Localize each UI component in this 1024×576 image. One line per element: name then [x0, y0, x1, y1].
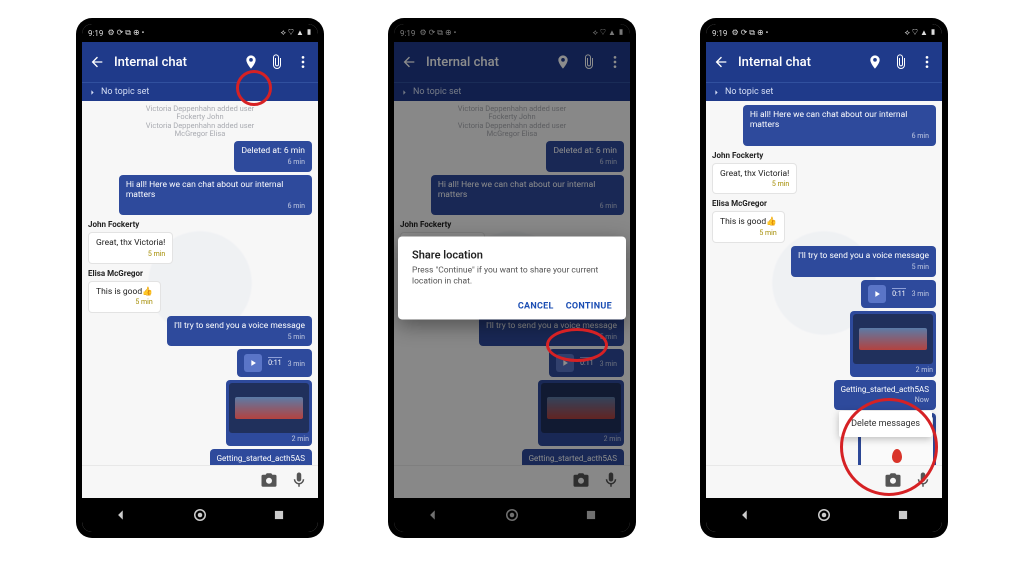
nav-recent-icon[interactable]	[264, 505, 294, 525]
chat-area: Hi all! Here we can chat about our inter…	[706, 101, 942, 465]
image-thumb	[229, 383, 309, 433]
nav-home-icon[interactable]	[809, 505, 839, 525]
mic-icon[interactable]	[290, 471, 308, 493]
continue-button[interactable]: CONTINUE	[566, 302, 612, 312]
attach-icon[interactable]	[268, 53, 286, 71]
location-icon[interactable]	[242, 53, 260, 71]
overflow-icon[interactable]	[294, 53, 312, 71]
phone-1: 9:19⚙ ⟳ ⧉ ⊕ • ⟡ ♡ ▲ ▮ Internal chat No t…	[76, 18, 324, 538]
nav-recent-icon[interactable]	[888, 505, 918, 525]
back-icon[interactable]	[88, 53, 106, 71]
msg-elisa[interactable]: This is good👍5 min	[88, 281, 161, 313]
system-log: Victoria Deppenhahn added userFockerty J…	[88, 105, 312, 138]
image-thumb	[853, 314, 933, 364]
camera-icon[interactable]	[260, 471, 278, 493]
msg-file[interactable]: Getting_started_acth5ASNow	[834, 380, 936, 410]
topic-bar[interactable]: No topic set	[706, 82, 942, 101]
msg-hello[interactable]: Hi all! Here we can chat about our inter…	[119, 175, 312, 216]
msg-file[interactable]: Getting_started_acth5ASNow	[210, 449, 312, 465]
phone-2: 9:19⚙ ⟳ ⧉ ⊕ • ⟡ ♡ ▲ ▮ Internal chat No t…	[388, 18, 636, 538]
app-bar: Internal chat	[82, 42, 318, 82]
android-nav	[706, 498, 942, 532]
topic-bar[interactable]: No topic set	[82, 82, 318, 101]
chat-title: Internal chat	[114, 55, 234, 70]
msg-voice[interactable]: 0:11 3 min	[861, 280, 936, 308]
msg-hello[interactable]: Hi all! Here we can chat about our inter…	[743, 105, 936, 146]
sender-john: John Fockerty	[88, 220, 312, 229]
mic-icon[interactable]	[914, 471, 932, 493]
sender-elisa: Elisa McGregor	[88, 269, 312, 278]
share-location-dialog: Share location Press "Continue" if you w…	[398, 236, 626, 319]
msg-john[interactable]: Great, thx Victoria!5 min	[712, 163, 797, 195]
status-bar: 9:19⚙ ⟳ ⧉ ⊕ • ⟡ ♡ ▲ ▮	[82, 24, 318, 42]
play-icon[interactable]	[868, 285, 886, 303]
msg-deleted[interactable]: Deleted at: 6 min6 min	[234, 141, 312, 172]
play-icon[interactable]	[244, 354, 262, 372]
msg-elisa[interactable]: This is good👍5 min	[712, 211, 785, 243]
msg-voice[interactable]: 0:11 3 min	[237, 349, 312, 377]
nav-back-icon[interactable]	[730, 505, 760, 525]
nav-home-icon[interactable]	[185, 505, 215, 525]
android-nav	[82, 498, 318, 532]
sender-elisa: Elisa McGregor	[712, 199, 936, 208]
app-bar: Internal chat	[706, 42, 942, 82]
input-row	[706, 465, 942, 498]
chat-area: Victoria Deppenhahn added userFockerty J…	[82, 101, 318, 465]
msg-image[interactable]: 2 min	[850, 311, 936, 377]
chat-title: Internal chat	[738, 55, 858, 70]
msg-voice-intro[interactable]: I'll try to send you a voice message5 mi…	[167, 316, 312, 347]
context-menu: Delete messages	[839, 411, 932, 437]
msg-image[interactable]: 2 min	[226, 380, 312, 446]
dialog-title: Share location	[412, 248, 612, 261]
back-icon[interactable]	[712, 53, 730, 71]
location-icon[interactable]	[866, 53, 884, 71]
msg-voice-intro[interactable]: I'll try to send you a voice message5 mi…	[791, 246, 936, 277]
delete-messages-item[interactable]: Delete messages	[851, 419, 920, 429]
overflow-icon[interactable]	[918, 53, 936, 71]
dialog-body: Press "Continue" if you want to share yo…	[412, 265, 612, 287]
status-bar: 9:19⚙ ⟳ ⧉ ⊕ • ⟡ ♡ ▲ ▮	[706, 24, 942, 42]
attach-icon[interactable]	[892, 53, 910, 71]
sender-john: John Fockerty	[712, 151, 936, 160]
msg-john[interactable]: Great, thx Victoria!5 min	[88, 232, 173, 264]
camera-icon[interactable]	[884, 471, 902, 493]
input-row	[82, 465, 318, 498]
phone-3: 9:19⚙ ⟳ ⧉ ⊕ • ⟡ ♡ ▲ ▮ Internal chat No t…	[700, 18, 948, 538]
cancel-button[interactable]: CANCEL	[518, 302, 554, 312]
nav-back-icon[interactable]	[106, 505, 136, 525]
